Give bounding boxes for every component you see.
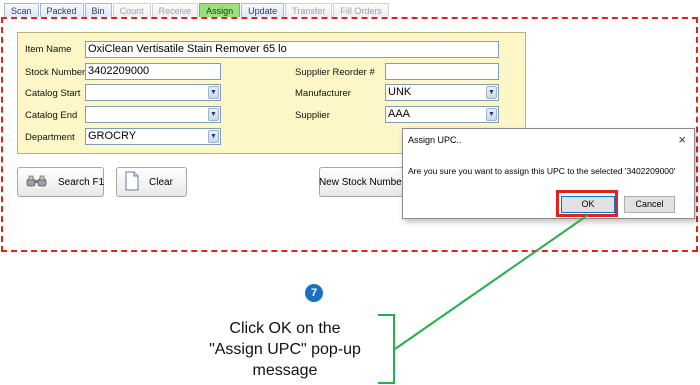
instruction-line-1: Click OK on the (229, 320, 341, 337)
callout-instruction: Click OK on the "Assign UPC" pop-up mess… (200, 318, 370, 381)
callout-bracket (378, 314, 395, 384)
step-number-badge: 7 (305, 284, 323, 302)
instruction-line-3: message (252, 362, 318, 379)
instruction-line-2: "Assign UPC" pop-up (209, 341, 361, 358)
